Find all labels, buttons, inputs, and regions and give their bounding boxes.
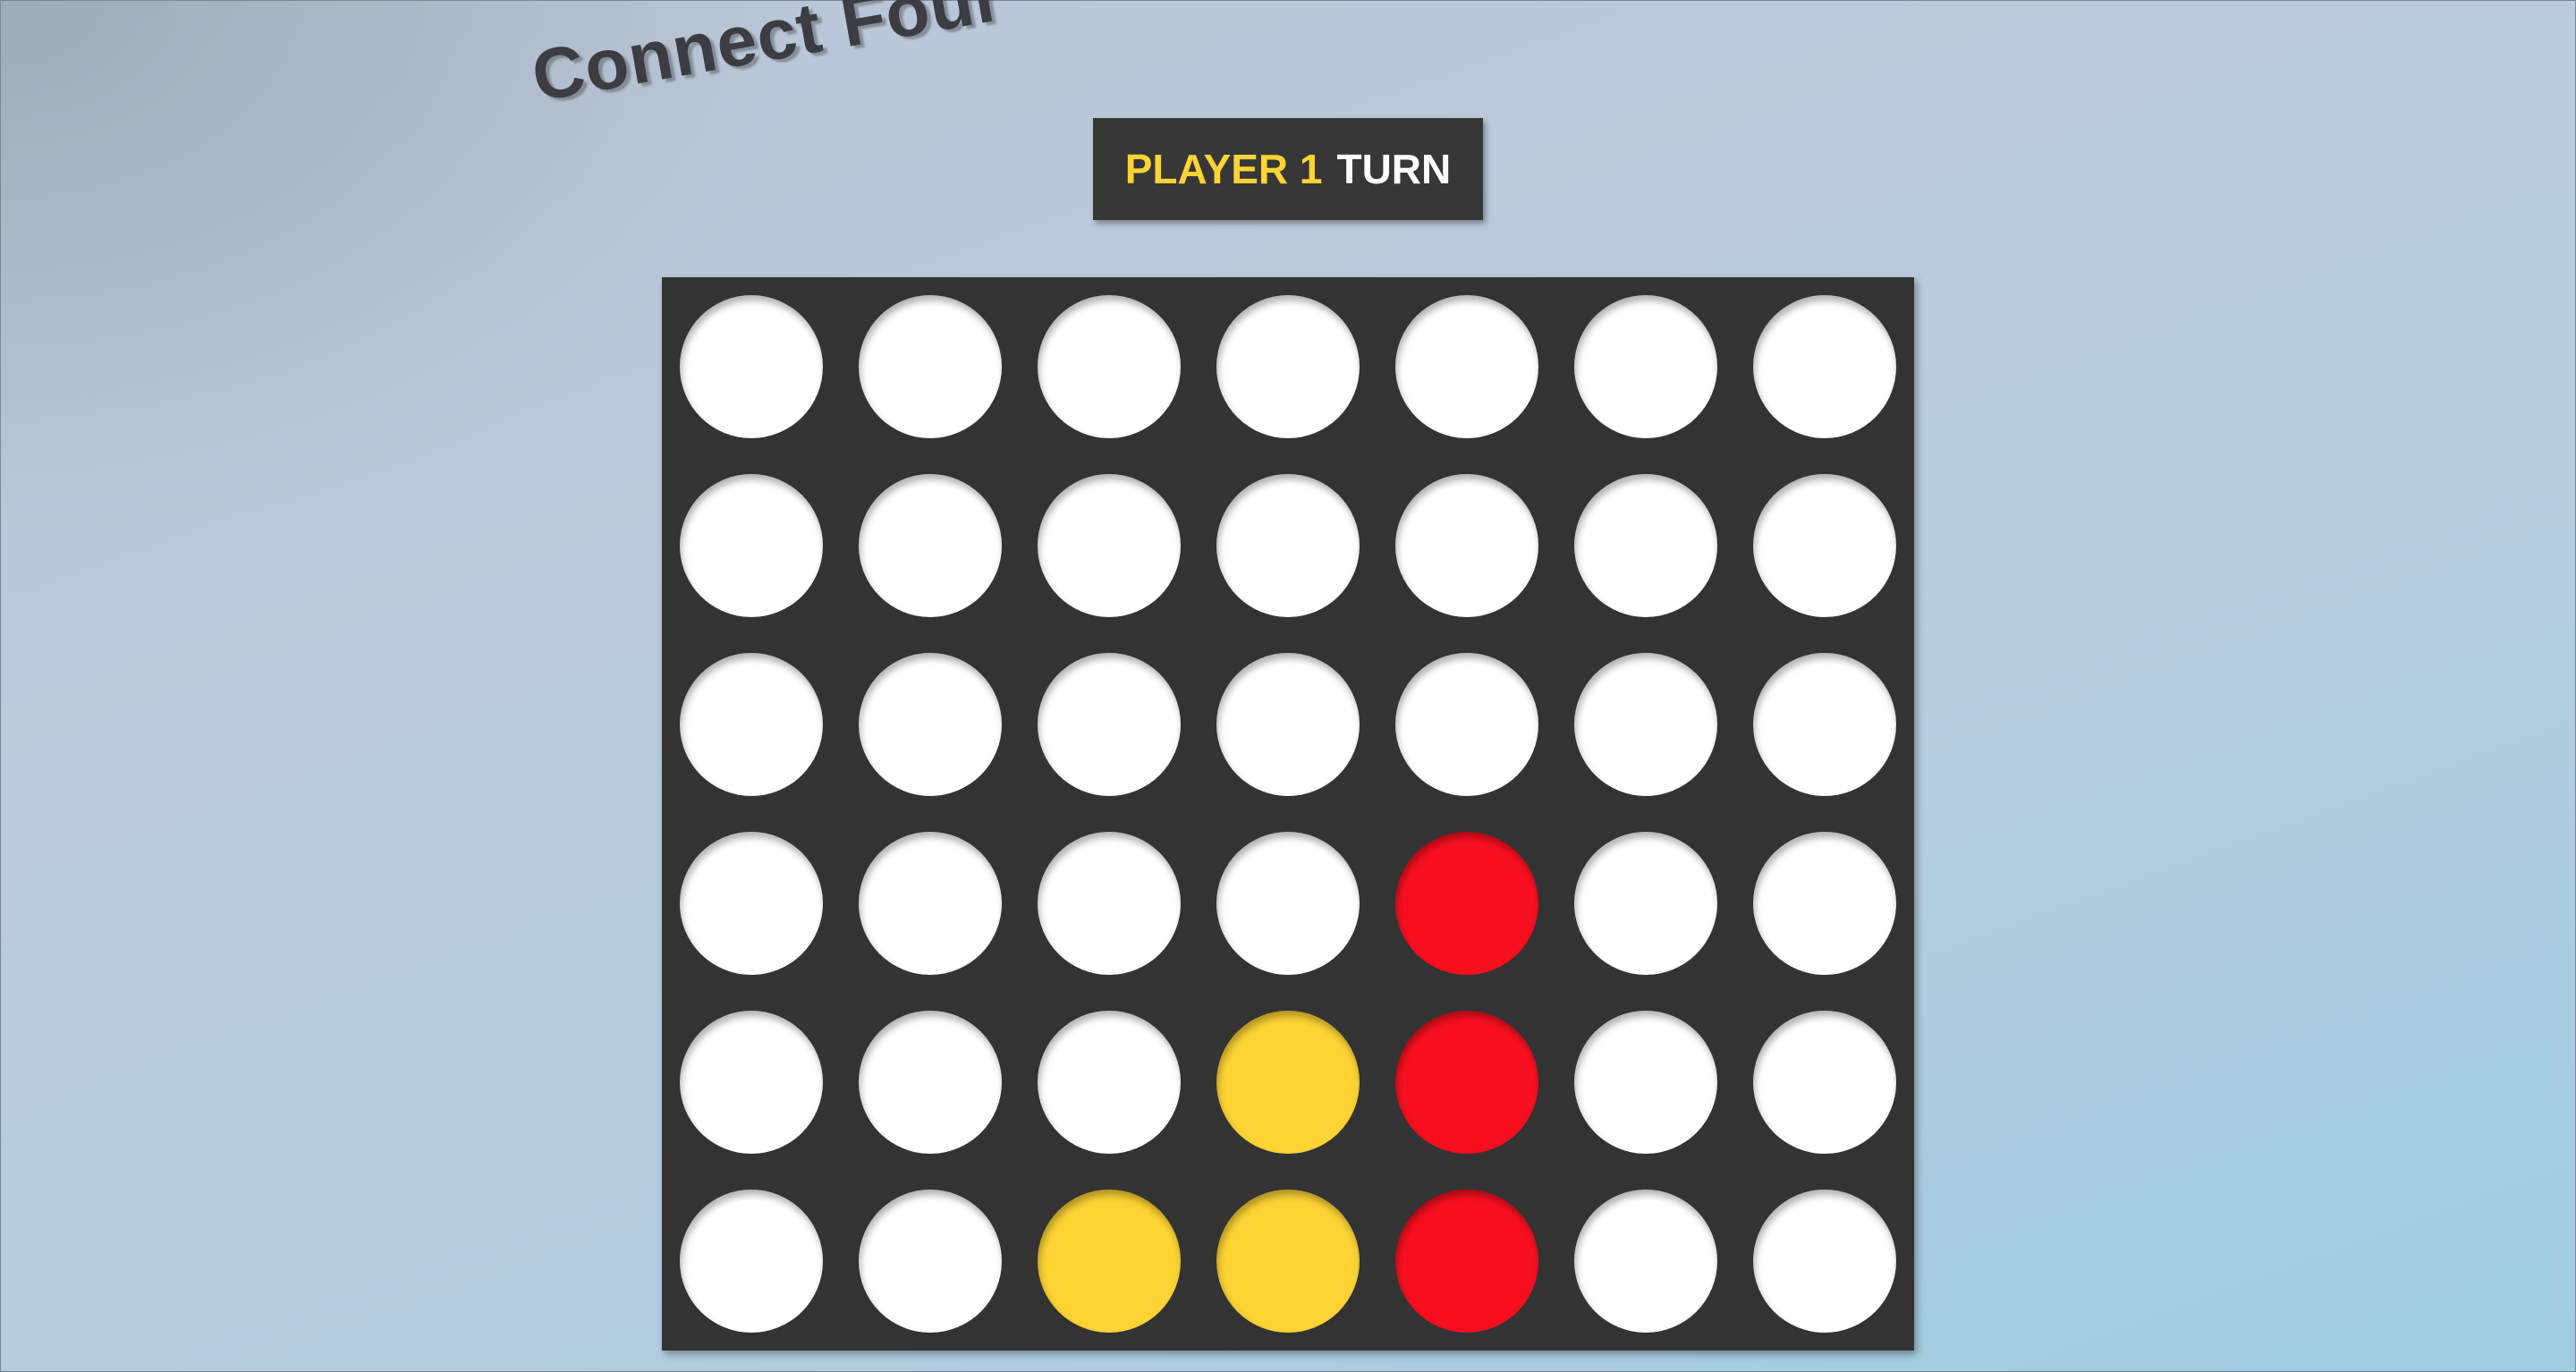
board-cell-r6-c2[interactable]: [859, 1190, 1002, 1333]
game-board: [662, 277, 1914, 1351]
board-cell-r6-c1[interactable]: [680, 1190, 823, 1333]
board-cell-r1-c5[interactable]: [1395, 295, 1538, 438]
board-cell-r1-c2[interactable]: [859, 295, 1002, 438]
board-cell-r6-c4[interactable]: [1216, 1190, 1360, 1333]
board-cell-r2-c7[interactable]: [1753, 474, 1896, 617]
board-cell-r6-c5[interactable]: [1395, 1190, 1538, 1333]
board-cell-r3-c4[interactable]: [1216, 653, 1360, 796]
board-cell-r2-c2[interactable]: [859, 474, 1002, 617]
board-cell-r3-c1[interactable]: [680, 653, 823, 796]
board-cell-r5-c4[interactable]: [1216, 1011, 1360, 1154]
board-cell-r4-c2[interactable]: [859, 832, 1002, 975]
board-cell-r5-c3[interactable]: [1038, 1011, 1181, 1154]
board-cell-r4-c6[interactable]: [1574, 832, 1717, 975]
board-cell-r4-c7[interactable]: [1753, 832, 1896, 975]
board-cell-r1-c4[interactable]: [1216, 295, 1360, 438]
board-cell-r1-c7[interactable]: [1753, 295, 1896, 438]
board-cell-r4-c1[interactable]: [680, 832, 823, 975]
turn-label: TURN: [1336, 146, 1452, 192]
current-player-label: PLAYER 1: [1124, 146, 1323, 192]
board-cell-r4-c3[interactable]: [1038, 832, 1181, 975]
board-cell-r3-c7[interactable]: [1753, 653, 1896, 796]
board-cell-r3-c5[interactable]: [1395, 653, 1538, 796]
board-cell-r2-c5[interactable]: [1395, 474, 1538, 617]
turn-indicator: PLAYER 1 TURN: [1093, 118, 1483, 220]
board-cell-r5-c7[interactable]: [1753, 1011, 1896, 1154]
board-cell-r6-c3[interactable]: [1038, 1190, 1181, 1333]
board-cell-r5-c1[interactable]: [680, 1011, 823, 1154]
game-title: Connect Four: [526, 0, 1009, 117]
board-cell-r3-c6[interactable]: [1574, 653, 1717, 796]
board-cell-r2-c6[interactable]: [1574, 474, 1717, 617]
board-cell-r4-c4[interactable]: [1216, 832, 1360, 975]
board-cell-r5-c2[interactable]: [859, 1011, 1002, 1154]
board-cell-r4-c5[interactable]: [1395, 832, 1538, 975]
board-cell-r5-c6[interactable]: [1574, 1011, 1717, 1154]
board-cell-r2-c4[interactable]: [1216, 474, 1360, 617]
board-cell-r2-c3[interactable]: [1038, 474, 1181, 617]
board-cell-r3-c2[interactable]: [859, 653, 1002, 796]
board-cell-r6-c6[interactable]: [1574, 1190, 1717, 1333]
board-cell-r2-c1[interactable]: [680, 474, 823, 617]
board-cell-r1-c1[interactable]: [680, 295, 823, 438]
board-cell-r3-c3[interactable]: [1038, 653, 1181, 796]
board-cell-r1-c6[interactable]: [1574, 295, 1717, 438]
board-cell-r1-c3[interactable]: [1038, 295, 1181, 438]
board-cell-r5-c5[interactable]: [1395, 1011, 1538, 1154]
board-cell-r6-c7[interactable]: [1753, 1190, 1896, 1333]
